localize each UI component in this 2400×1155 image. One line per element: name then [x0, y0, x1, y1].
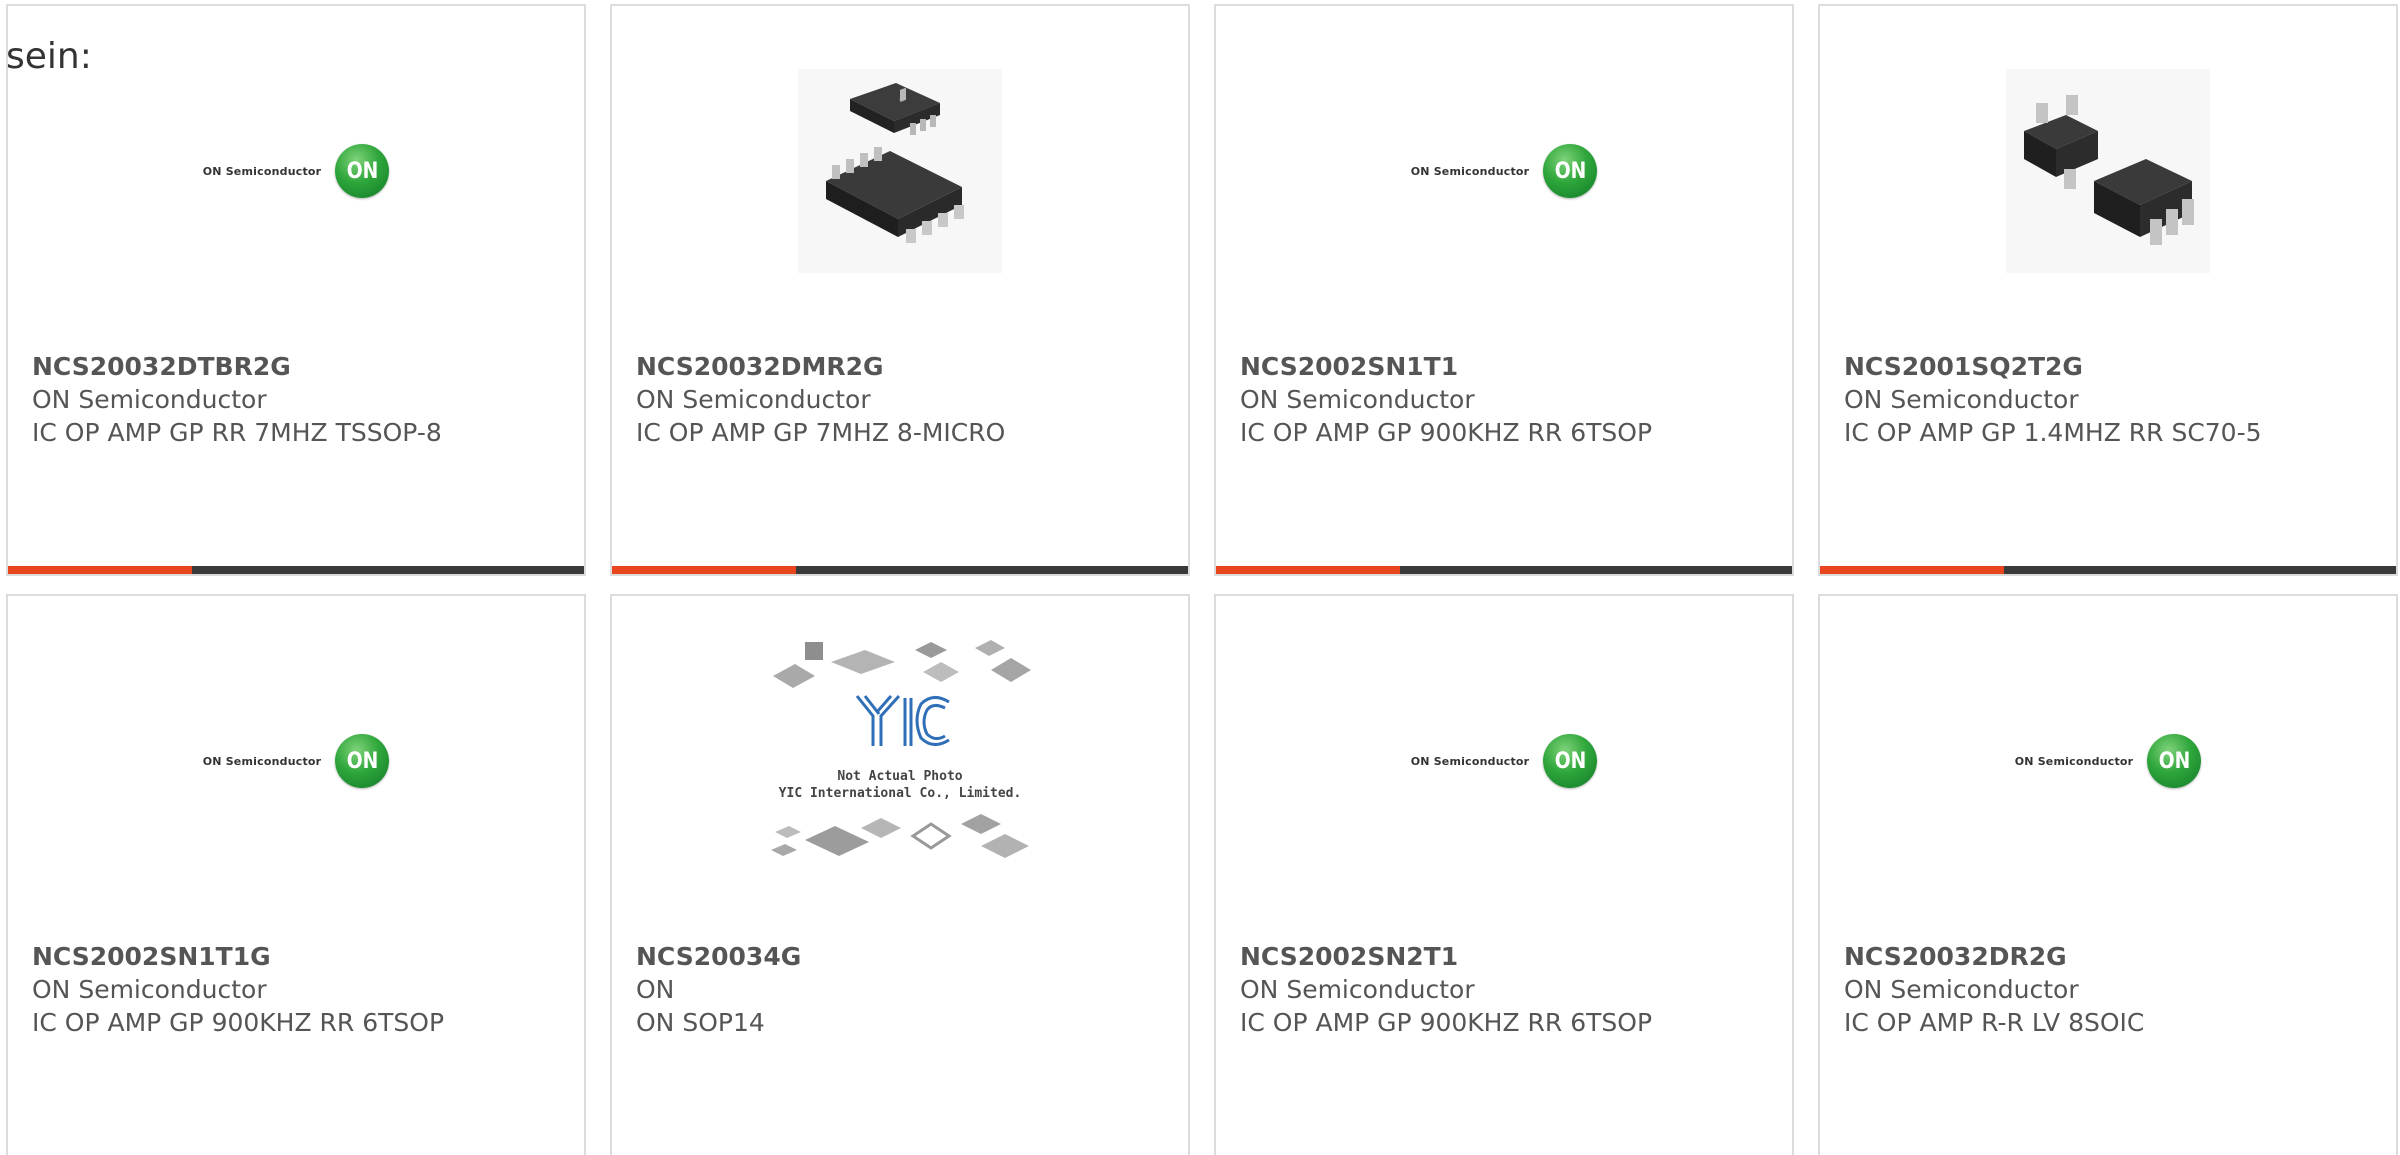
on-semiconductor-logo: ON Semiconductor ON — [203, 734, 390, 788]
product-card[interactable]: ON Semiconductor ON NCS2002SN1T1G ON Sem… — [6, 594, 586, 1155]
product-image[interactable]: Not Actual Photo YIC International Co., … — [612, 636, 1188, 886]
product-image[interactable] — [1820, 46, 2396, 296]
manufacturer: ON Semiconductor — [1844, 975, 2079, 1004]
description: ON SOP14 — [636, 1008, 765, 1037]
part-number-link[interactable]: NCS20034G — [636, 940, 1178, 973]
on-badge-icon: ON — [1543, 734, 1598, 788]
on-semiconductor-logo: ON Semiconductor ON — [1411, 734, 1598, 788]
product-card[interactable]: ON Semiconductor ON NCS20032DR2G ON Semi… — [1818, 594, 2398, 1155]
manufacturer: ON Semiconductor — [1240, 385, 1475, 414]
product-image[interactable] — [612, 46, 1188, 296]
product-info: NCS20034G ON ON SOP14 — [636, 940, 1178, 1039]
description: IC OP AMP R-R LV 8SOIC — [1844, 1008, 2145, 1037]
product-image[interactable]: ON Semiconductor ON — [1216, 46, 1792, 296]
manufacturer: ON Semiconductor — [1240, 975, 1475, 1004]
manufacturer: ON Semiconductor — [32, 385, 267, 414]
product-info: NCS2002SN1T1G ON Semiconductor IC OP AMP… — [32, 940, 574, 1039]
accent-bar — [1216, 566, 1400, 574]
on-badge-icon: ON — [335, 734, 390, 788]
logo-company-text: ON Semiconductor — [2014, 754, 2134, 768]
product-image[interactable]: ON Semiconductor ON — [8, 636, 584, 886]
product-info: NCS2002SN1T1 ON Semiconductor IC OP AMP … — [1240, 350, 1782, 449]
product-image[interactable]: ON Semiconductor ON — [1820, 636, 2396, 886]
part-number-link[interactable]: NCS2002SN1T1G — [32, 940, 574, 973]
on-semiconductor-logo: ON Semiconductor ON — [203, 144, 390, 198]
part-number-link[interactable]: NCS2002SN2T1 — [1240, 940, 1782, 973]
accent-bar — [1820, 566, 2004, 574]
on-semiconductor-logo: ON Semiconductor ON — [2015, 734, 2202, 788]
accent-bar — [612, 566, 796, 574]
product-card[interactable]: NCS2001SQ2T2G ON Semiconductor IC OP AMP… — [1818, 4, 2398, 576]
on-badge-icon: ON — [335, 144, 390, 198]
logo-company-text: ON Semiconductor — [202, 164, 322, 178]
logo-company-text: ON Semiconductor — [202, 754, 322, 768]
card-bottom-bar — [1216, 566, 1792, 574]
description: IC OP AMP GP 1.4MHZ RR SC70-5 — [1844, 418, 2262, 447]
msop8-package-photo — [798, 69, 1002, 273]
product-grid: ON Semiconductor ON NCS20032DTBR2G ON Se… — [6, 4, 2400, 1155]
product-card[interactable]: ON Semiconductor ON NCS20032DTBR2G ON Se… — [6, 4, 586, 576]
part-number-link[interactable]: NCS20032DMR2G — [636, 350, 1178, 383]
card-bottom-bar — [1820, 566, 2396, 574]
description: IC OP AMP GP 900KHZ RR 6TSOP — [1240, 418, 1653, 447]
product-info: NCS2001SQ2T2G ON Semiconductor IC OP AMP… — [1844, 350, 2386, 449]
description: IC OP AMP GP RR 7MHZ TSSOP-8 — [32, 418, 442, 447]
product-card[interactable]: Not Actual Photo YIC International Co., … — [610, 594, 1190, 1155]
card-bottom-bar — [8, 566, 584, 574]
description: IC OP AMP GP 900KHZ RR 6TSOP — [1240, 1008, 1653, 1037]
yic-caption: Not Actual Photo YIC International Co., … — [765, 768, 1035, 802]
on-badge-icon: ON — [2147, 734, 2202, 788]
manufacturer: ON Semiconductor — [1844, 385, 2079, 414]
part-number-link[interactable]: NCS20032DR2G — [1844, 940, 2386, 973]
product-info: NCS2002SN2T1 ON Semiconductor IC OP AMP … — [1240, 940, 1782, 1039]
logo-company-text: ON Semiconductor — [1410, 754, 1530, 768]
intro-text: sein: — [6, 36, 92, 77]
product-card[interactable]: NCS20032DMR2G ON Semiconductor IC OP AMP… — [610, 4, 1190, 576]
product-card[interactable]: ON Semiconductor ON NCS2002SN2T1 ON Semi… — [1214, 594, 1794, 1155]
product-grid-page: sein: ON Semiconductor ON NCS20032DTBR2G… — [0, 0, 2400, 1155]
description: IC OP AMP GP 7MHZ 8-MICRO — [636, 418, 1006, 447]
on-semiconductor-logo: ON Semiconductor ON — [1411, 144, 1598, 198]
yic-caption-line2: YIC International Co., Limited. — [778, 786, 1022, 801]
part-number-link[interactable]: NCS2002SN1T1 — [1240, 350, 1782, 383]
yic-caption-line1: Not Actual Photo — [837, 769, 963, 784]
sc70-package-photo — [2006, 69, 2210, 273]
chip-collage-icon — [771, 640, 1031, 858]
manufacturer: ON Semiconductor — [636, 385, 871, 414]
product-image[interactable]: ON Semiconductor ON — [8, 46, 584, 296]
accent-bar — [8, 566, 192, 574]
description: IC OP AMP GP 900KHZ RR 6TSOP — [32, 1008, 445, 1037]
product-image[interactable]: ON Semiconductor ON — [1216, 636, 1792, 886]
manufacturer: ON — [636, 975, 675, 1004]
product-info: NCS20032DMR2G ON Semiconductor IC OP AMP… — [636, 350, 1178, 449]
yic-not-actual-photo: Not Actual Photo YIC International Co., … — [765, 636, 1035, 886]
product-card[interactable]: ON Semiconductor ON NCS2002SN1T1 ON Semi… — [1214, 4, 1794, 576]
manufacturer: ON Semiconductor — [32, 975, 267, 1004]
product-info: NCS20032DR2G ON Semiconductor IC OP AMP … — [1844, 940, 2386, 1039]
logo-company-text: ON Semiconductor — [1410, 164, 1530, 178]
product-info: NCS20032DTBR2G ON Semiconductor IC OP AM… — [32, 350, 574, 449]
on-badge-icon: ON — [1543, 144, 1598, 198]
card-bottom-bar — [612, 566, 1188, 574]
part-number-link[interactable]: NCS20032DTBR2G — [32, 350, 574, 383]
part-number-link[interactable]: NCS2001SQ2T2G — [1844, 350, 2386, 383]
